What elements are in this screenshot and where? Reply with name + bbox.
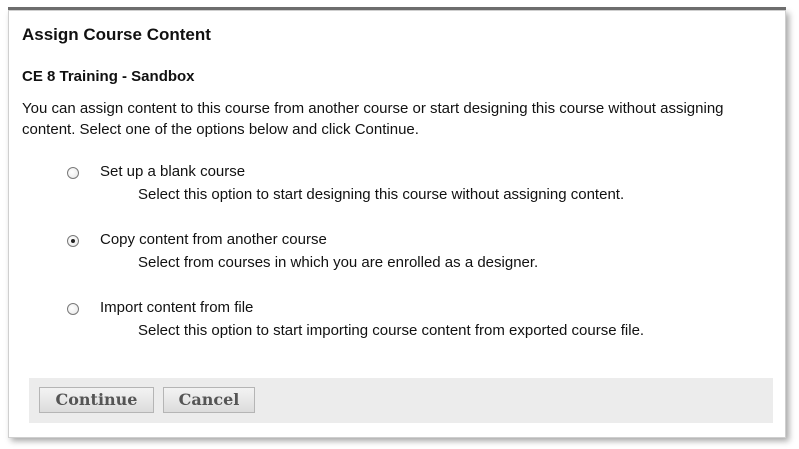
radio-copy-content[interactable]	[67, 235, 79, 247]
continue-button[interactable]: Continue	[39, 387, 154, 413]
radio-import-file[interactable]	[67, 303, 79, 315]
option-blank-course-description: Select this option to start designing th…	[138, 186, 625, 203]
option-import-file-description: Select this option to start importing co…	[138, 322, 645, 339]
course-name: CE 8 Training - Sandbox	[22, 68, 195, 85]
option-copy-content-label[interactable]: Copy content from another course	[100, 231, 327, 248]
button-bar: Continue Cancel	[29, 378, 773, 423]
cancel-button[interactable]: Cancel	[163, 387, 255, 413]
option-copy-content-description: Select from courses in which you are enr…	[138, 254, 539, 271]
intro-text: You can assign content to this course fr…	[22, 100, 724, 138]
option-import-file-label[interactable]: Import content from file	[100, 299, 253, 316]
radio-blank-course[interactable]	[67, 167, 79, 179]
option-blank-course-label[interactable]: Set up a blank course	[100, 163, 245, 180]
dialog-title: Assign Course Content	[22, 25, 211, 44]
assign-course-content-dialog: Assign Course Content CE 8 Training - Sa…	[8, 7, 786, 438]
